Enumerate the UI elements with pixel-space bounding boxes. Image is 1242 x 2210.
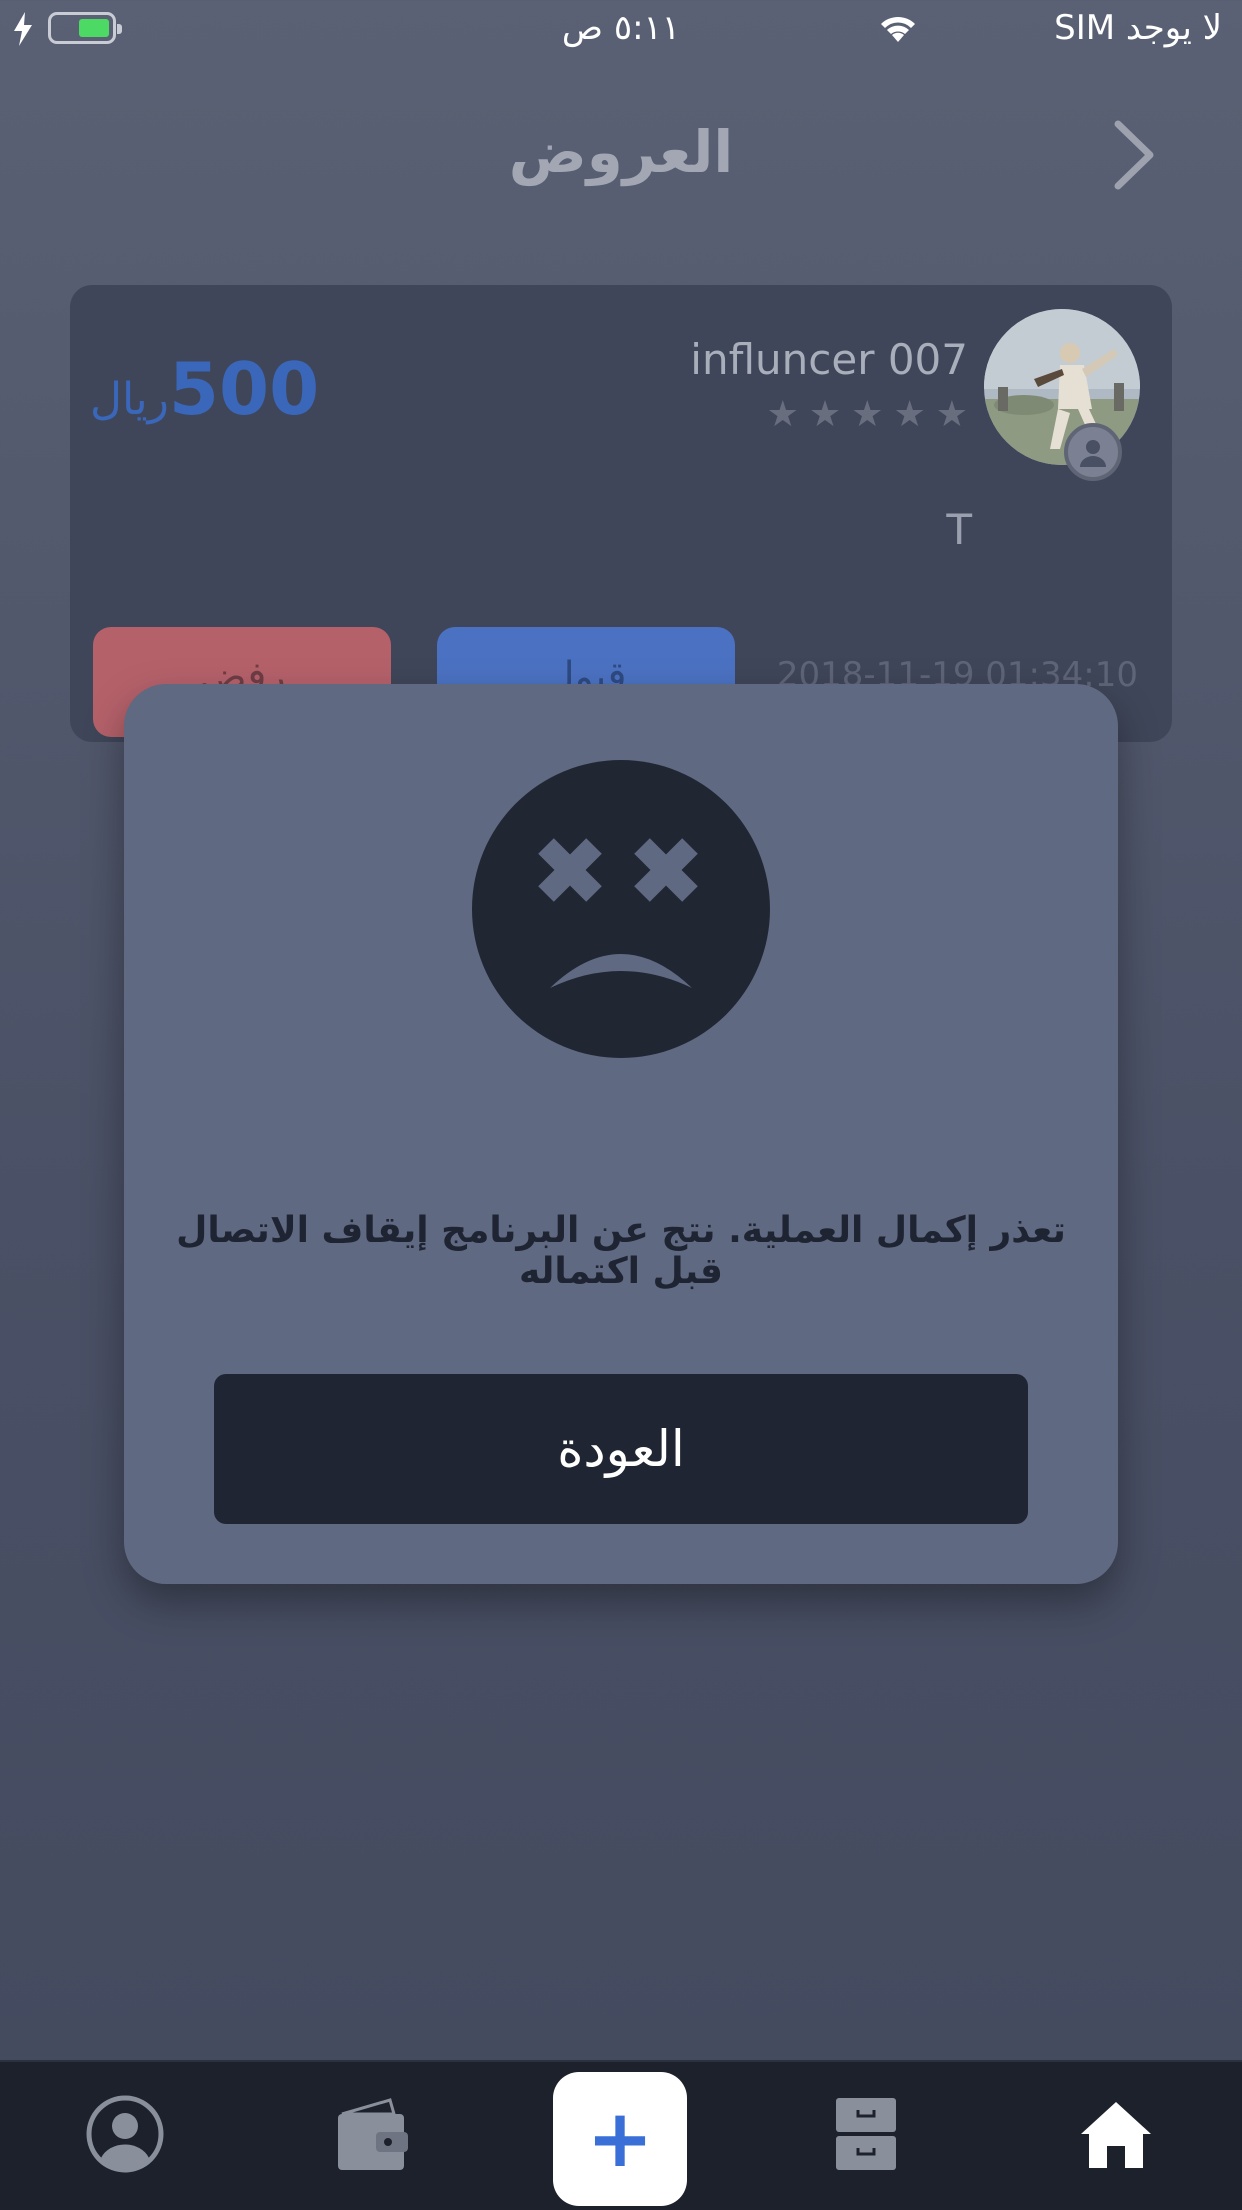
username: influncer 007 — [690, 335, 968, 384]
user-badge-icon — [1064, 423, 1122, 481]
offer-price: ريال 500 — [90, 347, 319, 431]
error-dialog: تعذر إكمال العملية. نتج عن البرنامج إيقا… — [124, 684, 1118, 1584]
tab-wallet[interactable] — [322, 2086, 422, 2186]
error-message: تعذر إكمال العملية. نتج عن البرنامج إيقا… — [176, 1210, 1066, 1292]
rating-stars: ★ ★ ★ ★ ★ — [767, 397, 968, 433]
tab-home[interactable] — [1066, 2086, 1166, 2186]
offer-card: influncer 007 ★ ★ ★ ★ ★ ريال 500 T رفض ق… — [70, 285, 1172, 742]
tab-profile[interactable] — [75, 2086, 175, 2186]
price-currency: ريال — [90, 374, 169, 425]
home-icon — [1077, 2098, 1155, 2174]
status-bar: ٥:١١ ص لا يوجد SIM — [0, 0, 1242, 62]
wifi-icon — [876, 12, 920, 48]
add-button[interactable]: + — [553, 2072, 687, 2206]
star-icon: ★ — [766, 394, 799, 435]
return-button[interactable]: العودة — [214, 1374, 1028, 1524]
star-icon: ★ — [935, 394, 968, 435]
profile-icon — [85, 2094, 165, 2178]
sad-face-icon — [472, 760, 770, 1062]
offer-message: T — [946, 505, 972, 554]
tab-archive[interactable] — [816, 2086, 916, 2186]
page-title: العروض — [508, 118, 734, 186]
chevron-right-icon[interactable] — [1112, 120, 1156, 194]
archive-icon — [834, 2096, 898, 2176]
tab-bar: + — [0, 2060, 1242, 2210]
wallet-icon — [334, 2094, 410, 2178]
add-icon: + — [586, 2092, 654, 2185]
price-amount: 500 — [168, 347, 320, 431]
carrier-label: لا يوجد SIM — [1054, 8, 1222, 48]
star-icon: ★ — [893, 394, 926, 435]
star-icon: ★ — [808, 394, 842, 435]
star-icon: ★ — [851, 394, 884, 435]
